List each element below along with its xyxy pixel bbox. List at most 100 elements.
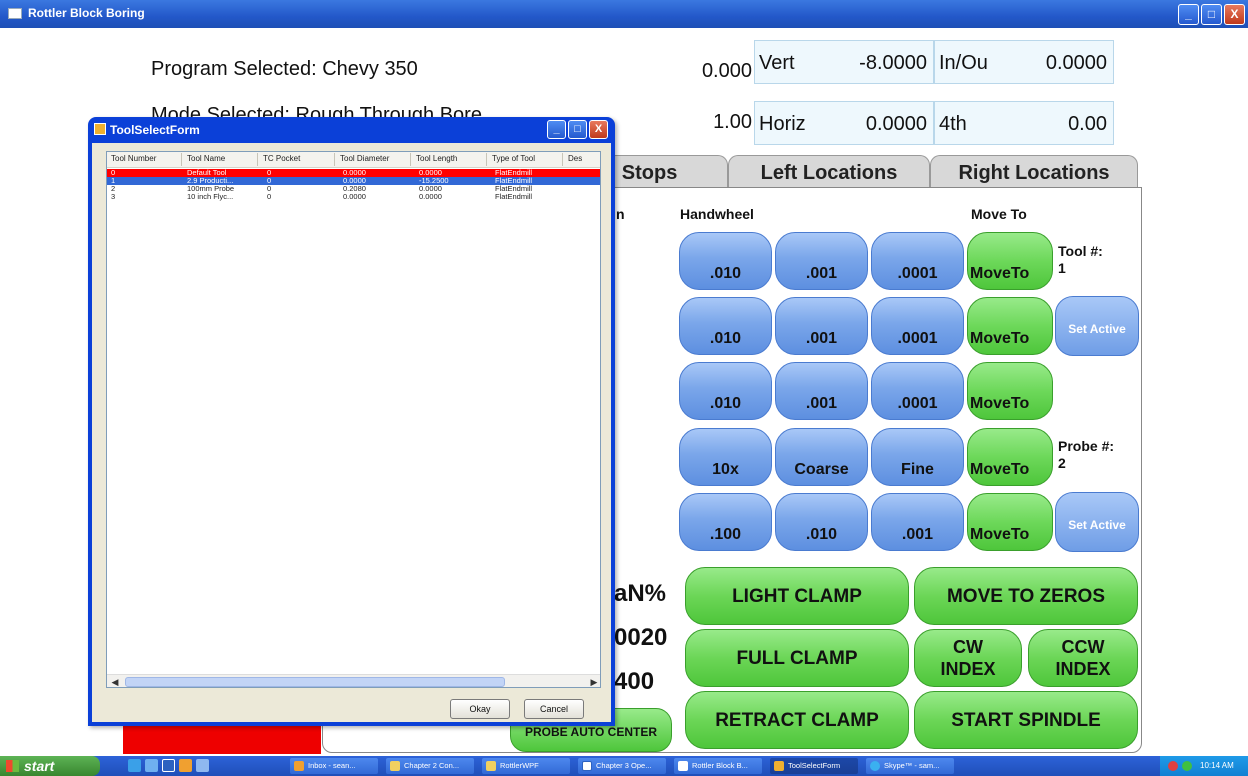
jog-010-button-row3[interactable]: .010 (679, 362, 772, 420)
tool-row-diameter: 0.0000 (343, 192, 366, 201)
tab-right-locations[interactable]: Right Locations (930, 155, 1138, 189)
jog-10x-button[interactable]: 10x (679, 428, 772, 486)
word-quicklaunch-icon[interactable] (162, 759, 175, 772)
dialog-close-button[interactable]: X (589, 120, 608, 139)
moveto-button-row4[interactable]: MoveTo (967, 428, 1053, 486)
jog-010-button-row5[interactable]: .010 (775, 493, 868, 551)
moveto-button-row1[interactable]: MoveTo (967, 232, 1053, 290)
col-separator (410, 153, 411, 166)
tool-select-dialog: ToolSelectForm _ □ X Tool Number Tool Na… (88, 117, 615, 726)
horiz-label: Horiz (759, 113, 806, 135)
task-inbox[interactable]: Inbox - sean... (290, 758, 378, 774)
horiz-cell: Horiz 0.0000 (754, 101, 934, 145)
task-label: Inbox - sean... (308, 761, 356, 770)
cw-index-button[interactable]: CW INDEX (914, 629, 1022, 687)
close-button[interactable]: X (1224, 4, 1245, 25)
fourth-label: 4th (939, 113, 967, 135)
tool-list-header: Tool Number Tool Name TC Pocket Tool Dia… (107, 152, 600, 168)
task-rottlerwpf[interactable]: RottlerWPF (482, 758, 570, 774)
full-clamp-button[interactable]: FULL CLAMP (685, 629, 909, 687)
col-tc-pocket[interactable]: TC Pocket (263, 154, 300, 163)
probe-number-value: 2 (1058, 455, 1066, 471)
set-active-tool-button[interactable]: Set Active (1055, 296, 1139, 356)
start-spindle-button[interactable]: START SPINDLE (914, 691, 1138, 749)
tool-row-length: 0.0000 (419, 192, 442, 201)
moveto-button-row3[interactable]: MoveTo (967, 362, 1053, 420)
form-icon (774, 761, 784, 771)
move-to-zeros-button[interactable]: MOVE TO ZEROS (914, 567, 1138, 625)
explorer-quicklaunch-icon[interactable] (145, 759, 158, 772)
document-icon (582, 761, 592, 771)
task-skype[interactable]: Skype™ - sam... (866, 758, 954, 774)
minimize-button[interactable]: _ (1178, 4, 1199, 25)
jog-0001-button-row1[interactable]: .0001 (871, 232, 964, 290)
col-tool-diameter[interactable]: Tool Diameter (340, 154, 389, 163)
jog-001-button-row3[interactable]: .001 (775, 362, 868, 420)
tray-status-icon[interactable] (1168, 761, 1178, 771)
scroll-left-icon[interactable]: ◀ (108, 676, 122, 687)
ccw-index-button[interactable]: CCW INDEX (1028, 629, 1138, 687)
tool-row-pocket: 0 (267, 192, 272, 201)
jog-0001-button-row2[interactable]: .0001 (871, 297, 964, 355)
tool-number-label: Tool #: (1058, 243, 1103, 259)
cancel-button[interactable]: Cancel (524, 699, 584, 719)
okay-button[interactable]: Okay (450, 699, 510, 719)
start-button[interactable]: start (0, 756, 100, 776)
jog-001-button-row2[interactable]: .001 (775, 297, 868, 355)
task-toolselectform[interactable]: ToolSelectForm (770, 758, 858, 774)
vert-value: -8.0000 (859, 52, 927, 74)
task-label: Skype™ - sam... (884, 761, 940, 770)
scroll-right-icon[interactable]: ▶ (587, 676, 600, 687)
moveto-button-row5[interactable]: MoveTo (967, 493, 1053, 551)
col-separator (257, 153, 258, 166)
horizontal-scrollbar[interactable]: ◀ ▶ (107, 674, 600, 687)
col-description[interactable]: Des (568, 154, 582, 163)
scroll-thumb[interactable] (125, 677, 505, 687)
start-label: start (24, 758, 55, 774)
horiz-value: 0.0000 (865, 113, 927, 135)
task-chapter3[interactable]: Chapter 3 Ope... (578, 758, 666, 774)
jog-100-button-row5[interactable]: .100 (679, 493, 772, 551)
jog-0001-button-row3[interactable]: .0001 (871, 362, 964, 420)
jog-fine-button[interactable]: Fine (871, 428, 964, 486)
col-tool-length[interactable]: Tool Length (416, 154, 457, 163)
task-chapter2[interactable]: Chapter 2 Con... (386, 758, 474, 774)
maximize-button[interactable]: □ (1201, 4, 1222, 25)
task-rottler-block[interactable]: Rottler Block B... (674, 758, 762, 774)
jog-coarse-button[interactable]: Coarse (775, 428, 868, 486)
screen: { "window": { "title": "Rottler Block Bo… (0, 0, 1248, 776)
readout-2: 1.00 (713, 111, 752, 133)
light-clamp-button[interactable]: LIGHT CLAMP (685, 567, 909, 625)
col-tool-name[interactable]: Tool Name (187, 154, 225, 163)
main-titlebar: Rottler Block Boring _ □ X (0, 0, 1248, 28)
moveto-button-row2[interactable]: MoveTo (967, 297, 1053, 355)
ie-quicklaunch-icon[interactable] (128, 759, 141, 772)
outlook-quicklaunch-icon[interactable] (179, 759, 192, 772)
tool-row-number: 3 (111, 192, 116, 201)
retract-clamp-button[interactable]: RETRACT CLAMP (685, 691, 909, 749)
set-active-probe-button[interactable]: Set Active (1055, 492, 1139, 552)
tool-row[interactable]: 3 10 inch Flyc... 0 0.0000 0.0000 FlatEn… (107, 192, 600, 201)
move-to-label: Move To (971, 206, 1027, 222)
col-tool-number[interactable]: Tool Number (111, 154, 156, 163)
tray-network-icon[interactable] (1182, 761, 1192, 771)
handwheel-label: Handwheel (680, 206, 754, 222)
dialog-maximize-button[interactable]: □ (568, 120, 587, 139)
fourth-cell: 4th 0.00 (934, 101, 1114, 145)
program-selected-label: Program Selected: Chevy 350 (151, 58, 418, 80)
inout-cell: In/Ou 0.0000 (934, 40, 1114, 84)
dialog-minimize-button[interactable]: _ (547, 120, 566, 139)
jog-010-button-row1[interactable]: .010 (679, 232, 772, 290)
jog-001-button-row1[interactable]: .001 (775, 232, 868, 290)
jog-001-button-row5[interactable]: .001 (871, 493, 964, 551)
jog-010-button-row2[interactable]: .010 (679, 297, 772, 355)
col-separator (562, 153, 563, 166)
tool-list[interactable]: Tool Number Tool Name TC Pocket Tool Dia… (106, 151, 601, 688)
task-label: Rottler Block B... (692, 761, 748, 770)
dialog-title: ToolSelectForm (110, 123, 200, 137)
col-type-of-tool[interactable]: Type of Tool (492, 154, 535, 163)
tab-left-locations[interactable]: Left Locations (728, 155, 930, 189)
app-quicklaunch-icon[interactable] (196, 759, 209, 772)
task-label: RottlerWPF (500, 761, 539, 770)
folder-icon (390, 761, 400, 771)
